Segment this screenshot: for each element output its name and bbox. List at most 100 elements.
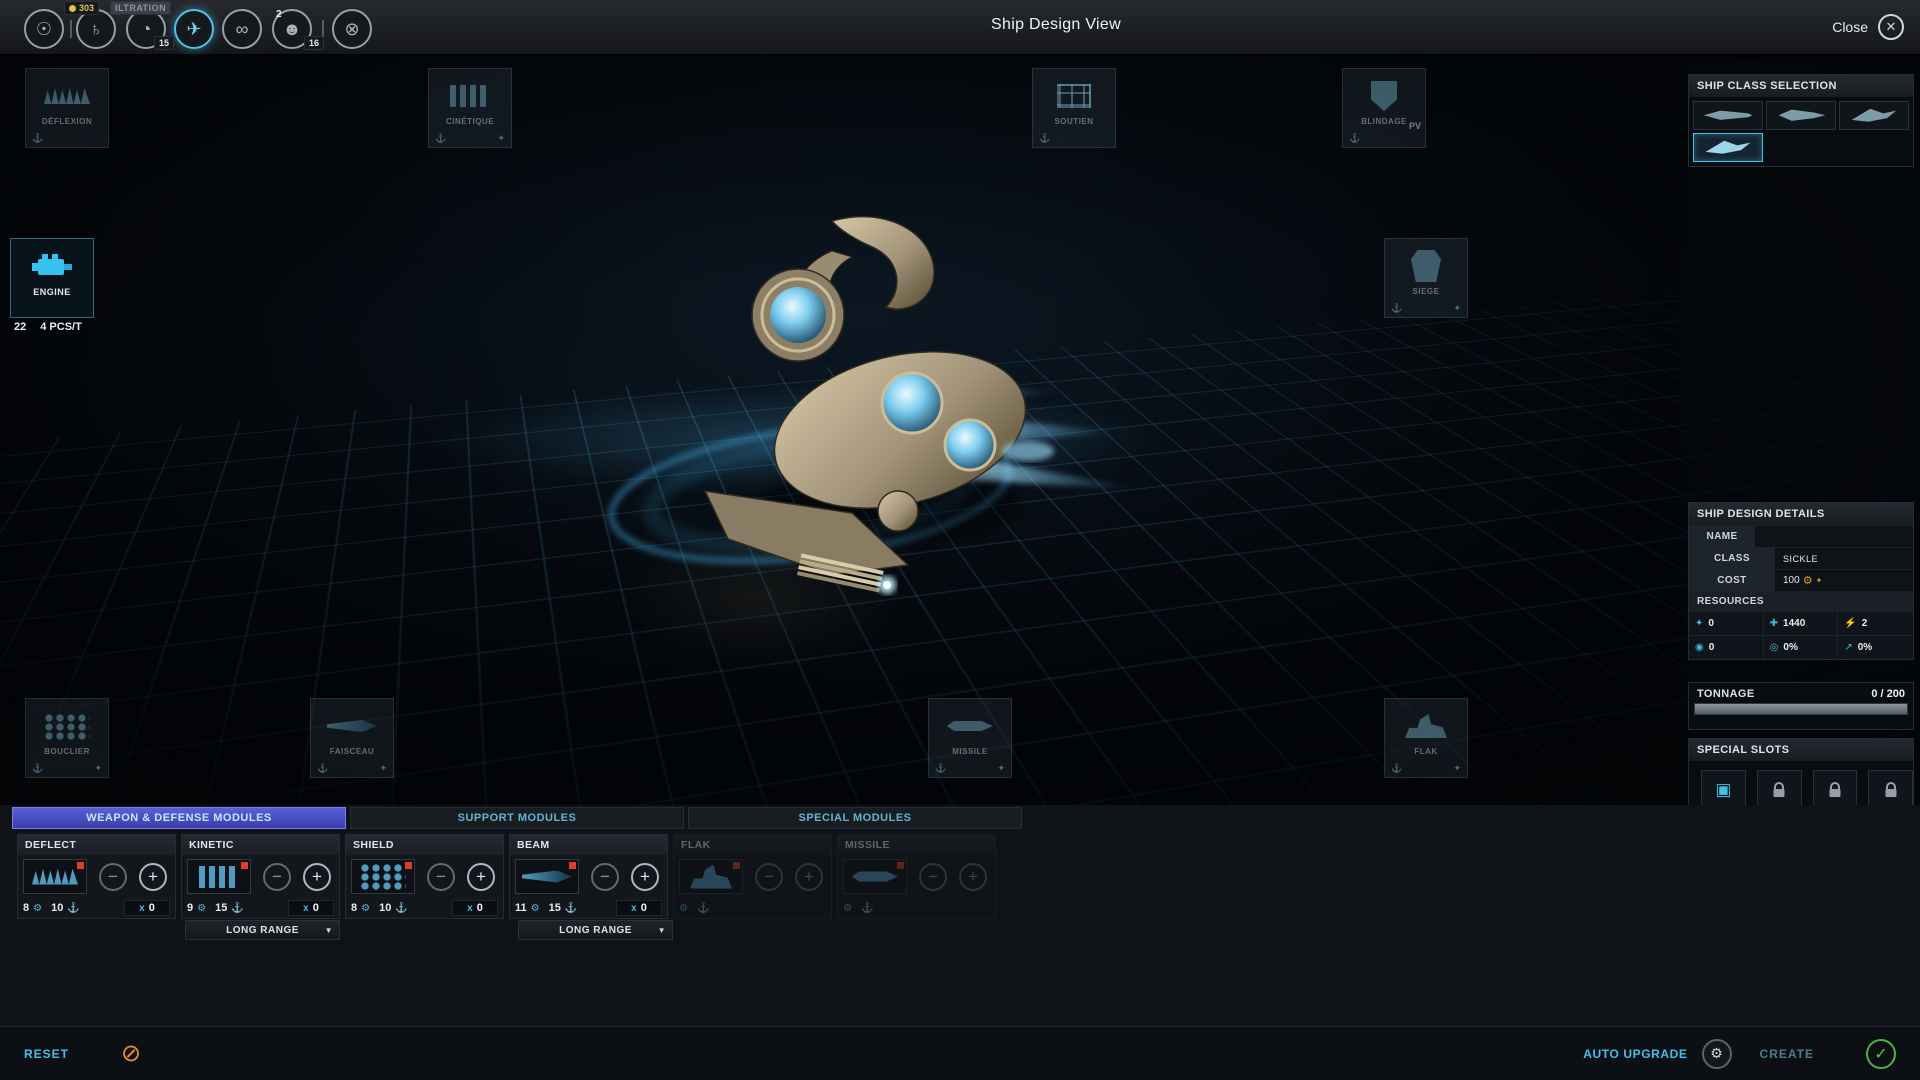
hull-slot-label: CINÉTIQUE xyxy=(446,117,494,126)
missile-module-icon xyxy=(843,859,907,894)
module-title: MISSILE xyxy=(838,835,995,855)
remove-module-button[interactable]: − xyxy=(99,863,127,891)
industry-icon: ⚙ xyxy=(1803,574,1813,587)
battle-icon[interactable]: ⊗ xyxy=(332,9,372,49)
remove-module-button[interactable]: − xyxy=(263,863,291,891)
deflector-module-icon[interactable] xyxy=(23,859,87,894)
chevron-down-icon: ▼ xyxy=(325,926,333,935)
module-card-shield: SHIELD − + 8 ⚙ 10 ⚓ x 0 xyxy=(345,834,504,919)
kinetic-module-icon[interactable] xyxy=(187,859,251,894)
tonnage-icon: ⚓ xyxy=(565,903,577,914)
add-module-button[interactable]: + xyxy=(467,863,495,891)
tonnage-icon: ⚓ xyxy=(935,763,946,774)
module-title: BEAM xyxy=(510,835,667,855)
cost-value: 100 xyxy=(1783,575,1800,586)
beam-module-icon[interactable] xyxy=(515,859,579,894)
tonnage-value: 0 / 200 xyxy=(1871,688,1905,700)
remove-module-button: − xyxy=(755,863,783,891)
industry-icon: ⚙ xyxy=(197,903,206,914)
ship-class-thumb-2[interactable] xyxy=(1766,101,1836,130)
lock-icon xyxy=(1772,782,1786,798)
ship-silhouette-icon xyxy=(1773,105,1829,126)
flak-module-icon xyxy=(679,859,743,894)
special-slot-1[interactable]: ▣ xyxy=(1701,770,1746,810)
special-slot-2-locked[interactable] xyxy=(1757,770,1802,810)
close-button[interactable]: Close ✕ xyxy=(1832,14,1904,40)
cost-label: COST xyxy=(1689,570,1775,591)
hull-slot-label: FLAK xyxy=(1414,747,1437,756)
ship-name-input[interactable] xyxy=(1755,526,1913,547)
ship-class-thumb-4-selected[interactable] xyxy=(1693,133,1763,162)
power-icon: ✦ xyxy=(1695,618,1703,629)
hull-slot-kinetic[interactable]: CINÉTIQUE ⚓ ✦ xyxy=(428,68,512,148)
ship-design-details-panel: SHIP DESIGN DETAILS NAME CLASS SICKLE CO… xyxy=(1688,502,1914,660)
auto-upgrade-gear-icon[interactable]: ⚙ xyxy=(1702,1039,1732,1069)
hull-slot-flak[interactable]: FLAK ⚓ ✦ xyxy=(1384,698,1468,778)
hull-slot-shield[interactable]: BOUCLIER ⚓ ✦ xyxy=(25,698,109,778)
add-module-button[interactable]: + xyxy=(631,863,659,891)
tab-special-modules[interactable]: SPECIAL MODULES xyxy=(688,807,1022,829)
hull-slot-label: MISSILE xyxy=(952,747,988,756)
shield-module-icon[interactable] xyxy=(351,859,415,894)
special-slot-3-locked[interactable] xyxy=(1813,770,1858,810)
hull-slot-engine[interactable]: ENGINE 22 4 PCS/T xyxy=(10,238,94,333)
hull-slot-beam[interactable]: FAISCEAU ⚓ ✦ xyxy=(310,698,394,778)
class-value: SICKLE xyxy=(1775,548,1913,569)
infiltration-badge: ILTRATION xyxy=(110,1,171,15)
ship-design-view: DÉFLEXION ⚓ CINÉTIQUE ⚓ ✦ SOUTIEN ⚓ BLIN… xyxy=(0,0,1920,1080)
reset-button[interactable]: RESET xyxy=(24,1047,69,1061)
ship-class-thumb-1[interactable] xyxy=(1693,101,1763,130)
cost-value-row: 100 ⚙ ✦ xyxy=(1775,570,1913,591)
espionage-icon[interactable]: ∞ xyxy=(222,9,262,49)
hull-slot-label: SOUTIEN xyxy=(1054,117,1093,126)
flak-icon xyxy=(1405,714,1447,738)
resource-dodge: ↗ 0% xyxy=(1838,635,1913,659)
create-confirm-icon[interactable]: ✓ xyxy=(1866,1039,1896,1069)
module-count: x 0 xyxy=(616,900,662,916)
deflector-icon xyxy=(44,88,90,104)
remove-module-button[interactable]: − xyxy=(427,863,455,891)
kinetic-range-dropdown[interactable]: LONG RANGE ▼ xyxy=(185,920,340,940)
hull-slot-support[interactable]: SOUTIEN ⚓ xyxy=(1032,68,1116,148)
tonnage-icon: ⚓ xyxy=(32,133,43,144)
reset-cancel-icon[interactable]: ⊘ xyxy=(121,1039,141,1068)
special-slot-4-locked[interactable] xyxy=(1868,770,1913,810)
remove-module-button[interactable]: − xyxy=(591,863,619,891)
create-button[interactable]: CREATE xyxy=(1760,1047,1814,1061)
ship-viewport[interactable] xyxy=(0,55,1920,805)
panel-title: SHIP DESIGN DETAILS xyxy=(1689,503,1913,525)
tonnage-label: TONNAGE xyxy=(1697,688,1755,700)
module-marker-icon: ✦ xyxy=(379,763,387,774)
module-card-missile: MISSILE − + ⚙ ⚓ xyxy=(837,834,996,919)
tonnage-icon: ⚓ xyxy=(395,903,407,914)
class-label: CLASS xyxy=(1689,548,1775,569)
hull-slot-missile[interactable]: MISSILE ⚓ ✦ xyxy=(928,698,1012,778)
chevron-down-icon: ▼ xyxy=(658,926,666,935)
tab-weapon-defense-modules[interactable]: WEAPON & DEFENSE MODULES xyxy=(12,807,346,829)
galaxy-icon[interactable]: ☉ xyxy=(24,9,64,49)
hull-slot-deflector[interactable]: DÉFLEXION ⚓ xyxy=(25,68,109,148)
module-tabs: WEAPON & DEFENSE MODULES SUPPORT MODULES… xyxy=(12,807,1022,829)
tonnage-bar xyxy=(1694,703,1908,715)
panel-title: SPECIAL SLOTS xyxy=(1689,739,1913,761)
dodge-icon: ↗ xyxy=(1844,642,1852,653)
accuracy-icon: ◎ xyxy=(1770,642,1779,653)
beam-range-dropdown[interactable]: LONG RANGE ▼ xyxy=(518,920,673,940)
resources-grid: ✦ 0 ✚ 1440 ⚡ 2 ◉ 0 ◎ 0% ↗ 0% xyxy=(1689,611,1913,659)
empire-icon[interactable]: ♄ xyxy=(76,9,116,49)
module-stats: 11 ⚙ 15 ⚓ x 0 xyxy=(510,898,667,918)
divider xyxy=(70,20,72,38)
module-title: FLAK xyxy=(674,835,831,855)
tab-support-modules[interactable]: SUPPORT MODULES xyxy=(350,807,684,829)
hull-slot-siege[interactable]: SIEGE ⚓ ✦ xyxy=(1384,238,1468,318)
add-module-button[interactable]: + xyxy=(303,863,331,891)
add-module-button[interactable]: + xyxy=(139,863,167,891)
hull-slot-armor[interactable]: BLINDAGE ⚓ PV xyxy=(1342,68,1426,148)
tonnage-panel: TONNAGE 0 / 200 xyxy=(1688,682,1914,730)
industry-icon: ⚙ xyxy=(679,903,688,914)
auto-upgrade-button[interactable]: AUTO UPGRADE xyxy=(1583,1047,1687,1061)
ship-design-icon[interactable]: ✈ xyxy=(174,9,214,49)
module-marker-icon: ✦ xyxy=(497,133,505,144)
ship-class-thumb-3[interactable] xyxy=(1839,101,1909,130)
module-panel: WEAPON & DEFENSE MODULES SUPPORT MODULES… xyxy=(0,805,1920,1080)
